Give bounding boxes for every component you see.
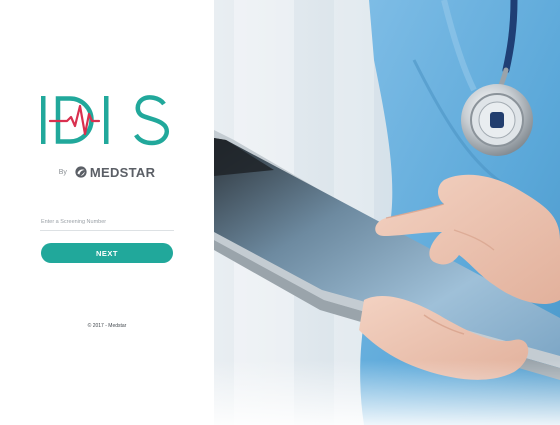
screening-number-input[interactable] — [40, 214, 174, 231]
idis-logo — [41, 95, 169, 146]
next-button[interactable]: NEXT — [41, 243, 173, 263]
company-byline: By MEDSTAR — [0, 164, 214, 180]
company-name: MEDSTAR — [89, 164, 156, 180]
login-panel: By MEDSTAR NEXT © 2017 - Medstar — [0, 0, 214, 425]
byline-prefix: By — [58, 168, 67, 176]
copyright-text: © 2017 - Medstar — [87, 323, 127, 329]
hero-image — [214, 0, 560, 425]
medstar-logo-icon — [75, 166, 87, 178]
